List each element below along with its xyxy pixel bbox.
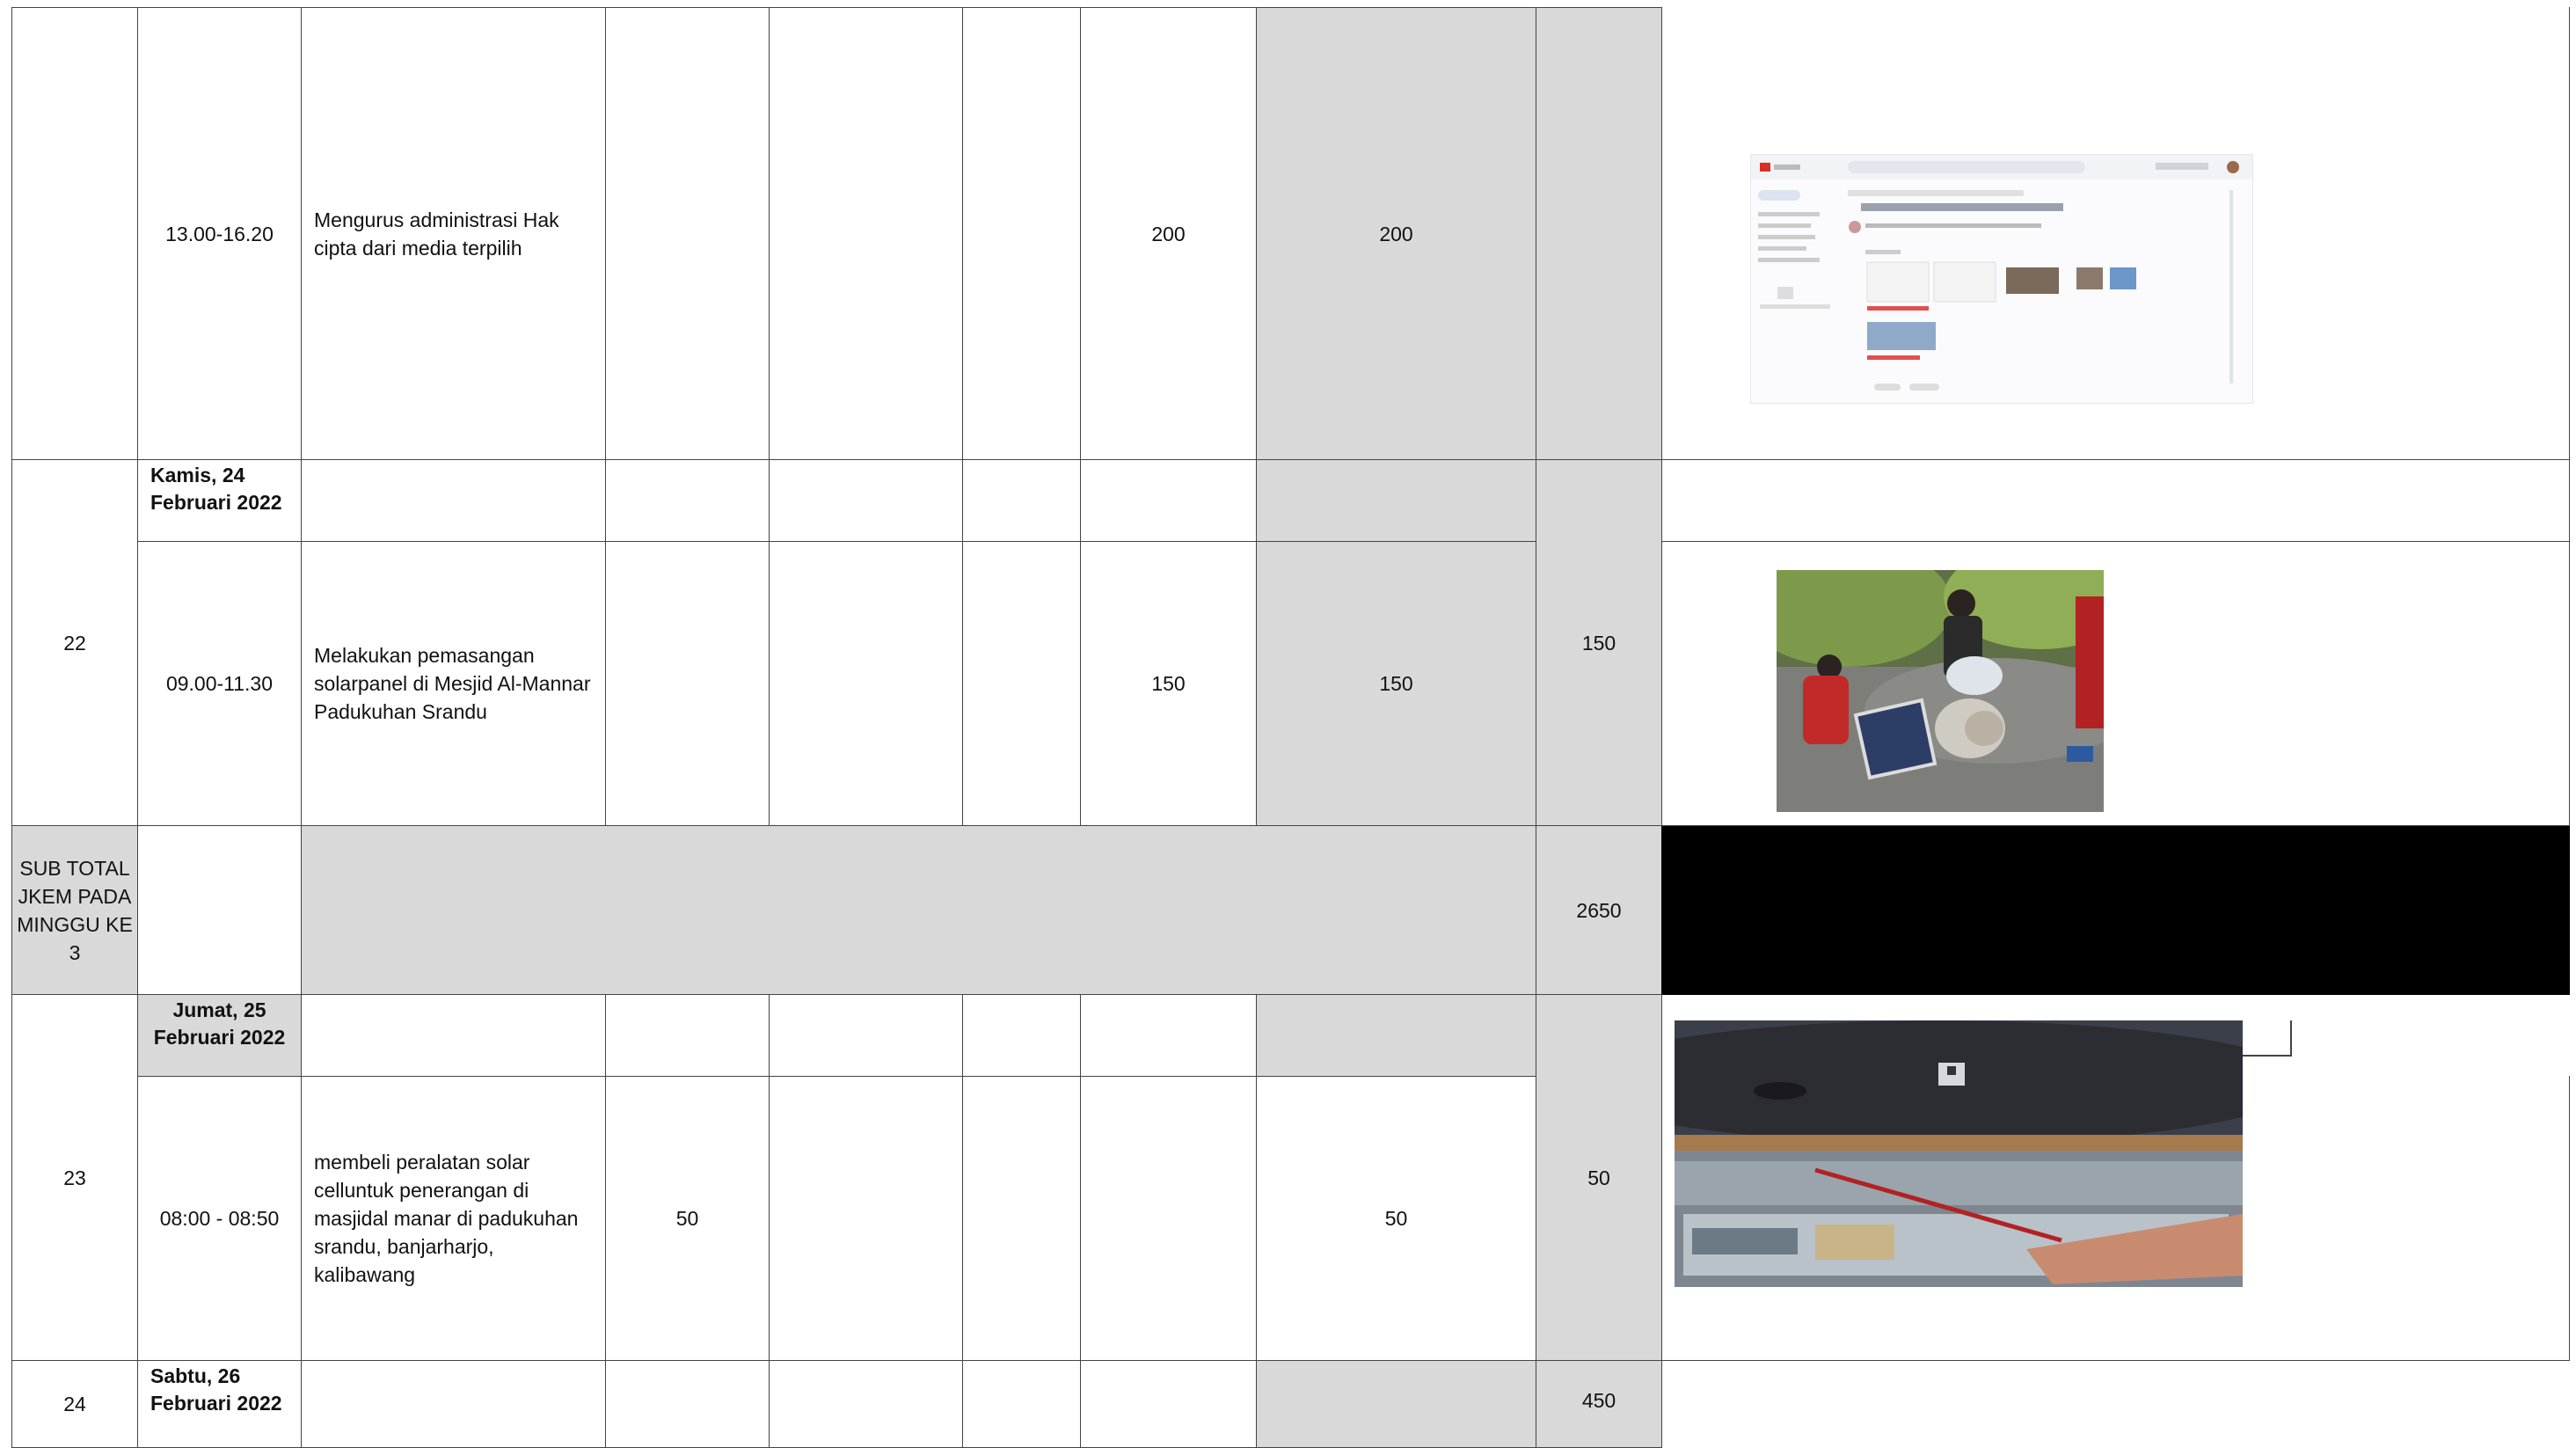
row23-col-i: 50	[1256, 1076, 1536, 1361]
subtotal-total: 2650	[1576, 898, 1622, 922]
row22-time-cell: 09.00-11.30	[137, 541, 302, 826]
row23-time-cell: 08:00 - 08:50	[137, 1076, 302, 1361]
row22-activity-cell: Melakukan pemasangan solarpanel di Mesji…	[301, 541, 606, 826]
row23-date-activity	[301, 994, 606, 1077]
row23-total-cell: 50	[1536, 994, 1662, 1361]
row21-col-h-value: 200	[1151, 222, 1186, 245]
row24-no-cell: 24	[11, 1360, 138, 1448]
row23-col-d: 50	[605, 1076, 770, 1361]
row23-time: 08:00 - 08:50	[159, 1207, 280, 1230]
row21-col-f	[962, 7, 1081, 460]
row22-date-doc	[1661, 459, 2570, 542]
row22-no-cell: 22	[11, 459, 138, 826]
row21-time-cell: 13.00-16.20	[137, 7, 302, 460]
row23-date-col-e	[769, 994, 963, 1077]
email-icon	[1751, 155, 2252, 391]
row23-no-cell: 23	[11, 994, 138, 1361]
row23-activity: membeli peralatan solar celluntuk penera…	[314, 1151, 579, 1286]
photo-icon	[1777, 570, 2104, 812]
redacted-block	[1661, 825, 2570, 995]
subtotal-label: SUB TOTAL JKEM PADA MINGGU KE 3	[17, 856, 133, 964]
row24-date: Sabtu, 26 Februari 2022	[150, 1364, 282, 1415]
photo-frame-line-vertical	[2290, 1020, 2292, 1057]
row24-no: 24	[63, 1393, 86, 1415]
row22-date-col-f	[962, 459, 1081, 542]
row23-date-col-f	[962, 994, 1081, 1077]
row22-date-col-d	[605, 459, 770, 542]
row23-no: 23	[63, 1166, 86, 1189]
row22-date-col-e	[769, 459, 963, 542]
row24-total-cell: 450	[1536, 1360, 1662, 1448]
row24-col-d	[605, 1360, 770, 1448]
solar-panel-installation-photo	[1777, 570, 2104, 812]
row23-date-col-h	[1080, 994, 1257, 1077]
row22-col-f	[962, 541, 1081, 826]
row23-activity-cell: membeli peralatan solar celluntuk penera…	[301, 1076, 606, 1361]
row21-col-i: 200	[1256, 7, 1536, 460]
row23-col-f	[962, 1076, 1081, 1361]
row24-date-cell: Sabtu, 26 Februari 2022	[137, 1360, 302, 1448]
row22-total: 150	[1581, 631, 1616, 655]
photo-icon	[1675, 1020, 2243, 1287]
row24-activity-cell	[301, 1360, 606, 1448]
row23-col-d-value: 50	[675, 1207, 699, 1230]
subtotal-label-cell: SUB TOTAL JKEM PADA MINGGU KE 3	[11, 825, 138, 995]
row24-col-f	[962, 1360, 1081, 1448]
row22-date-cell: Kamis, 24 Februari 2022	[137, 459, 302, 542]
row22-date-col-i	[1256, 459, 1536, 542]
row23-date-col-d	[605, 994, 770, 1077]
row24-col-i	[1256, 1360, 1536, 1448]
row21-activity-cell: Mengurus administrasi Hak cipta dari med…	[301, 7, 606, 460]
row21-time: 13.00-16.20	[165, 222, 274, 245]
row24-total: 450	[1581, 1389, 1616, 1412]
row22-date: Kamis, 24 Februari 2022	[150, 464, 282, 514]
row21-total-cell	[1536, 7, 1662, 460]
row22-total-cell: 150	[1536, 459, 1662, 826]
row22-col-i: 150	[1256, 541, 1536, 826]
row23-date-col-i	[1256, 994, 1536, 1077]
photo-frame-line	[2243, 1055, 2292, 1057]
row22-col-i-value: 150	[1379, 672, 1413, 695]
row21-col-i-value: 200	[1379, 222, 1413, 245]
row22-date-col-h	[1080, 459, 1257, 542]
row22-date-activity	[301, 459, 606, 542]
row21-activity: Mengurus administrasi Hak cipta dari med…	[314, 208, 559, 260]
row23-col-i-value: 50	[1384, 1207, 1408, 1230]
row23-col-e	[769, 1076, 963, 1361]
row23-date: Jumat, 25 Februari 2022	[153, 998, 286, 1049]
subtotal-merged-cell	[301, 825, 1536, 995]
row22-col-h-value: 150	[1151, 672, 1186, 695]
row21-col-d	[605, 7, 770, 460]
row23-total: 50	[1587, 1166, 1610, 1189]
row22-no: 22	[63, 631, 86, 655]
row22-col-h: 150	[1080, 541, 1257, 826]
row24-col-h	[1080, 1360, 1257, 1448]
row24-col-e	[769, 1360, 963, 1448]
subtotal-time-cell	[137, 825, 302, 995]
solar-equipment-purchase-photo	[1675, 1020, 2243, 1287]
row23-date-cell: Jumat, 25 Februari 2022	[137, 994, 302, 1077]
row21-no-cell	[11, 7, 138, 460]
row23-col-h	[1080, 1076, 1257, 1361]
row22-col-d	[605, 541, 770, 826]
subtotal-total-cell: 2650	[1536, 825, 1662, 995]
row21-col-e	[769, 7, 963, 460]
row21-col-h: 200	[1080, 7, 1257, 460]
row22-col-e	[769, 541, 963, 826]
row22-activity: Melakukan pemasangan solarpanel di Mesji…	[314, 644, 591, 723]
row22-time: 09.00-11.30	[165, 672, 274, 695]
gmail-screenshot-photo	[1750, 154, 2253, 404]
